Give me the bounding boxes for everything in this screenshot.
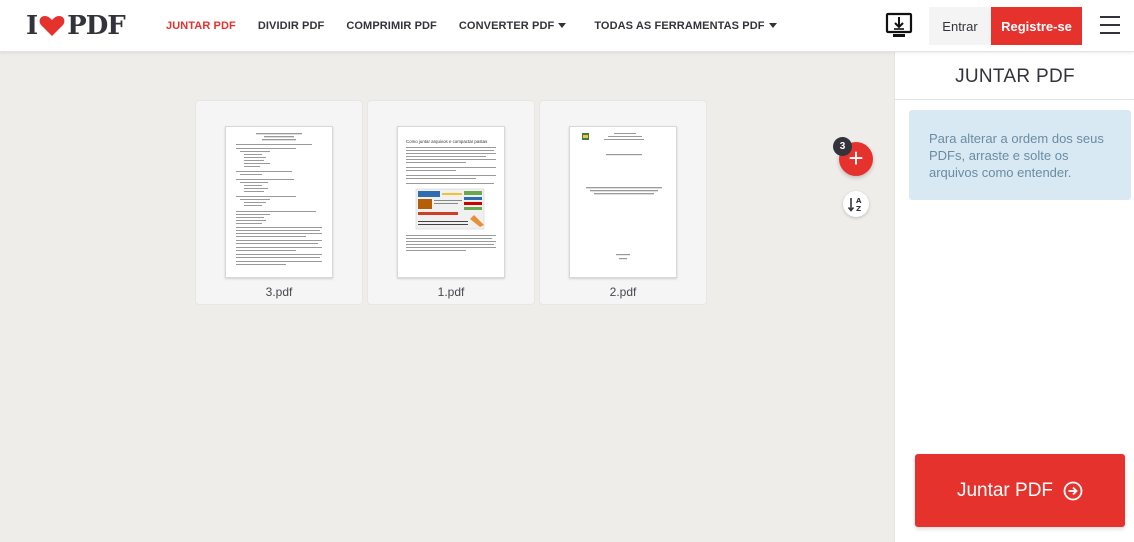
login-button[interactable]: Entrar	[929, 7, 991, 45]
pdf-thumbnail	[225, 126, 333, 278]
logo-text-i: I	[26, 11, 38, 41]
sidebar-title: JUNTAR PDF	[895, 52, 1134, 100]
nav-converter-label: CONVERTER PDF	[458, 20, 555, 32]
file-count-badge: 3	[833, 137, 852, 156]
nav-todas-ferramentas[interactable]: TODAS AS FERRAMENTAS PDF	[594, 20, 777, 32]
article-preview-icon	[406, 147, 496, 251]
nav-comprimir-label: COMPRIMIR PDF	[346, 20, 437, 32]
file-card-1pdf[interactable]: Como juntar arquivos e compactar pastas	[368, 101, 534, 304]
file-name: 3.pdf	[265, 285, 293, 299]
svg-text:A: A	[856, 197, 862, 205]
sort-az-icon: A Z	[847, 197, 862, 213]
heart-icon	[39, 16, 65, 36]
sort-button[interactable]: A Z	[843, 191, 869, 217]
cover-preview-icon	[582, 133, 662, 260]
desktop-download-icon	[885, 12, 913, 37]
caret-down-icon	[768, 22, 777, 28]
nav-todas-label: TODAS AS FERRAMENTAS PDF	[594, 20, 765, 32]
file-name: 2.pdf	[609, 285, 637, 299]
nav-converter-pdf[interactable]: CONVERTER PDF	[458, 20, 567, 32]
main-nav: JUNTAR PDF DIVIDIR PDF COMPRIMIR PDF CON…	[166, 0, 799, 52]
nav-comprimir-pdf[interactable]: COMPRIMIR PDF	[346, 20, 437, 32]
svg-text:Z: Z	[856, 205, 861, 213]
nav-juntar-pdf[interactable]: JUNTAR PDF	[166, 20, 236, 32]
nav-dividir-label: DIVIDIR PDF	[257, 20, 325, 32]
menu-bar	[1100, 32, 1120, 34]
merge-pdf-button[interactable]: Juntar PDF	[915, 454, 1125, 527]
nav-juntar-label: JUNTAR PDF	[166, 20, 236, 32]
menu-bar	[1100, 16, 1120, 18]
thumb-heading: Como juntar arquivos e compactar pastas	[406, 139, 488, 144]
top-header: I PDF JUNTAR PDF DIVIDIR PDF COMPRIMIR P…	[0, 0, 1134, 52]
ilovepdf-logo[interactable]: I PDF	[26, 11, 126, 41]
desktop-app-button[interactable]	[885, 12, 913, 40]
options-sidebar: JUNTAR PDF Para alterar a ordem dos seus…	[894, 52, 1134, 542]
files-workspace: 3.pdf Como juntar arquivos e compactar p…	[0, 52, 894, 542]
logo-text-pdf: PDF	[67, 11, 126, 41]
menu-bar	[1100, 24, 1120, 26]
signup-button[interactable]: Registre-se	[991, 7, 1082, 45]
hamburger-menu-icon[interactable]	[1100, 14, 1122, 36]
pdf-thumbnail: Como juntar arquivos e compactar pastas	[397, 126, 505, 278]
arrow-right-circle-icon	[1063, 481, 1083, 500]
nav-dividir-pdf[interactable]: DIVIDIR PDF	[258, 20, 325, 32]
file-card-3pdf[interactable]: 3.pdf	[196, 101, 362, 304]
merge-button-label: Juntar PDF	[956, 479, 1054, 501]
pdf-thumbnail	[569, 126, 677, 278]
info-message: Para alterar a ordem dos seus PDFs, arra…	[909, 110, 1131, 200]
file-card-2pdf[interactable]: 2.pdf	[540, 101, 706, 304]
caret-down-icon	[558, 22, 567, 28]
file-name: 1.pdf	[437, 285, 465, 299]
document-preview-icon	[236, 133, 322, 265]
